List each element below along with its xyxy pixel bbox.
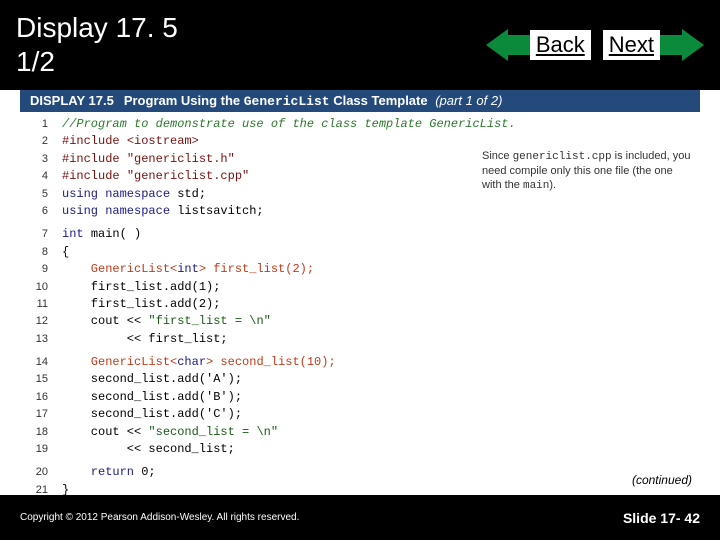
- code-text: cout << "first_list = \n": [62, 313, 271, 330]
- code-line: 18 cout << "second_list = \n": [20, 424, 700, 441]
- code-text: GenericList<int> first_list(2);: [62, 261, 314, 278]
- code-text: cout << "second_list = \n": [62, 424, 278, 441]
- code-text: #include "genericlist.cpp": [62, 168, 249, 185]
- line-number: 15: [20, 372, 48, 388]
- display-title-before: Program Using the: [124, 93, 244, 108]
- code-text: << first_list;: [62, 331, 228, 348]
- arrow-right-icon: [682, 29, 704, 61]
- side-note: Since genericlist.cpp is included, you n…: [482, 150, 692, 193]
- arrow-left-icon: [486, 29, 508, 61]
- code-text: second_list.add('A');: [62, 371, 242, 388]
- code-text: {: [62, 244, 69, 261]
- code-text: #include "genericlist.h": [62, 151, 235, 168]
- line-number: 17: [20, 407, 48, 423]
- code-text: int main( ): [62, 226, 141, 243]
- code-line: 9 GenericList<int> first_list(2);: [20, 261, 700, 278]
- code-text: GenericList<char> second_list(10);: [62, 354, 336, 371]
- slide-title-line1: Display 17. 5: [16, 11, 474, 45]
- code-text: second_list.add('C');: [62, 406, 242, 423]
- code-line: 1 //Program to demonstrate use of the cla…: [20, 116, 700, 133]
- next-button[interactable]: Next: [603, 29, 704, 61]
- code-line: 16 second_list.add('B');: [20, 389, 700, 406]
- code-line: 14 GenericList<char> second_list(10);: [20, 354, 700, 371]
- arrow-left-body: [508, 35, 530, 55]
- line-number: 14: [20, 355, 48, 371]
- slide-title-line2: 1/2: [16, 45, 474, 79]
- copyright-text: Copyright © 2012 Pearson Addison-Wesley.…: [20, 512, 299, 523]
- line-number: 7: [20, 227, 48, 243]
- note-mono1: genericlist.cpp: [513, 151, 612, 163]
- code-line: 20 return 0;: [20, 464, 700, 481]
- code-text: using namespace listsavitch;: [62, 203, 264, 220]
- display-title: Program Using the GenericList Class Temp…: [124, 93, 503, 109]
- line-number: 10: [20, 280, 48, 296]
- line-number: 3: [20, 152, 48, 168]
- slide-number: Slide 17- 42: [623, 510, 700, 526]
- continued-label: (continued): [632, 473, 692, 487]
- back-button[interactable]: Back: [486, 29, 591, 61]
- header-bar: Display 17. 5 1/2 Back Next: [0, 0, 720, 90]
- code-text: << second_list;: [62, 441, 235, 458]
- note-t3: ).: [549, 179, 556, 191]
- line-number: 1: [20, 117, 48, 133]
- line-number: 19: [20, 442, 48, 458]
- code-line: 7 int main( ): [20, 226, 700, 243]
- code-line: 17 second_list.add('C');: [20, 406, 700, 423]
- code-text: first_list.add(1);: [62, 279, 220, 296]
- code-line: 15 second_list.add('A');: [20, 371, 700, 388]
- code-line: 8{: [20, 244, 700, 261]
- display-part: (part 1 of 2): [432, 93, 503, 108]
- line-number: 9: [20, 262, 48, 278]
- code-line: 2 #include <iostream>: [20, 133, 700, 150]
- next-label: Next: [603, 30, 660, 60]
- line-number: 12: [20, 314, 48, 330]
- code-text: using namespace std;: [62, 186, 206, 203]
- back-label: Back: [530, 30, 591, 60]
- display-label: DISPLAY 17.5: [30, 93, 114, 108]
- line-number: 18: [20, 425, 48, 441]
- note-t1: Since: [482, 150, 513, 162]
- line-number: 21: [20, 483, 48, 499]
- arrow-right-body: [660, 35, 682, 55]
- title-block: Display 17. 5 1/2: [16, 11, 474, 78]
- line-number: 13: [20, 332, 48, 348]
- line-number: 4: [20, 169, 48, 185]
- note-mono2: main: [523, 180, 549, 192]
- line-number: 8: [20, 245, 48, 261]
- code-line: 11 first_list.add(2);: [20, 296, 700, 313]
- code-text: first_list.add(2);: [62, 296, 220, 313]
- code-line: 6 using namespace listsavitch;: [20, 203, 700, 220]
- code-text: }: [62, 482, 69, 499]
- display-strip: DISPLAY 17.5 Program Using the GenericLi…: [20, 90, 700, 112]
- code-text: second_list.add('B');: [62, 389, 242, 406]
- code-listing: Since genericlist.cpp is included, you n…: [0, 112, 720, 499]
- code-text: //Program to demonstrate use of the clas…: [62, 116, 516, 133]
- line-number: 2: [20, 134, 48, 150]
- display-title-mono: GenericList: [244, 94, 330, 109]
- line-number: 20: [20, 465, 48, 481]
- code-line: 10 first_list.add(1);: [20, 279, 700, 296]
- line-number: 6: [20, 204, 48, 220]
- code-line: 19 << second_list;: [20, 441, 700, 458]
- code-text: #include <iostream>: [62, 133, 199, 150]
- code-line: 21}: [20, 482, 700, 499]
- line-number: 5: [20, 187, 48, 203]
- code-line: 13 << first_list;: [20, 331, 700, 348]
- line-number: 16: [20, 390, 48, 406]
- display-title-after: Class Template: [330, 93, 428, 108]
- code-text: return 0;: [62, 464, 156, 481]
- line-number: 11: [20, 297, 48, 313]
- footer-bar: Copyright © 2012 Pearson Addison-Wesley.…: [0, 495, 720, 540]
- code-line: 12 cout << "first_list = \n": [20, 313, 700, 330]
- content-area: DISPLAY 17.5 Program Using the GenericLi…: [0, 90, 720, 495]
